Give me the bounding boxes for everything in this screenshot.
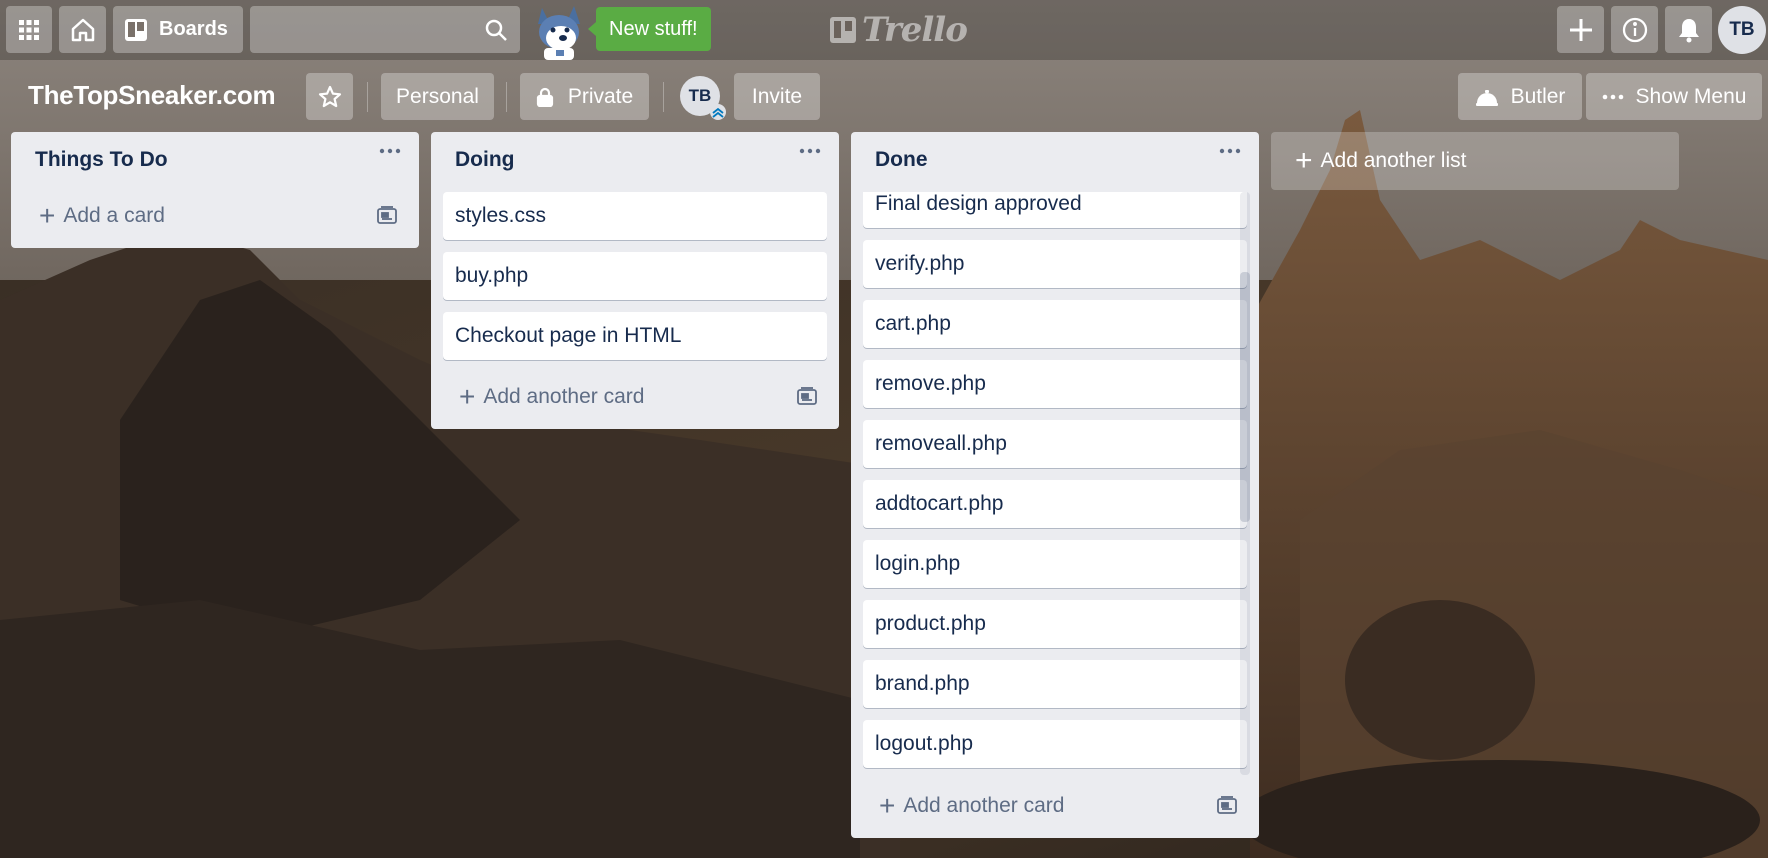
info-button[interactable]: [1611, 6, 1658, 53]
grid-icon: [19, 19, 39, 40]
list-scrollbar-thumb[interactable]: [1240, 272, 1250, 522]
butler-label: Butler: [1510, 84, 1566, 108]
card-template-icon[interactable]: [377, 206, 397, 224]
show-menu-button[interactable]: Show Menu: [1586, 73, 1762, 120]
top-header: Boards New stuff! Trello TB: [0, 0, 1768, 60]
invite-button[interactable]: Invite: [734, 73, 820, 120]
boards-button[interactable]: Boards: [113, 6, 243, 53]
admin-chevron-icon: [710, 104, 726, 120]
info-icon: [1622, 17, 1647, 42]
add-another-card-button[interactable]: + Add another card: [459, 381, 645, 412]
card[interactable]: remove.php: [863, 360, 1247, 408]
star-board-button[interactable]: [306, 73, 353, 120]
card[interactable]: removeall.php: [863, 420, 1247, 468]
more-dots-icon: [1602, 94, 1623, 99]
list-done: Done Final design approved verify.php ca…: [851, 132, 1259, 838]
plus-icon: +: [879, 790, 896, 821]
card[interactable]: styles.css: [443, 192, 827, 240]
add-list-label: Add another list: [1320, 149, 1467, 172]
card[interactable]: brand.php: [863, 660, 1247, 708]
add-card-label: Add a card: [63, 204, 165, 227]
card[interactable]: buy.php: [443, 252, 827, 300]
member-initials: TB: [688, 86, 712, 105]
home-button[interactable]: [59, 6, 106, 53]
divider: [367, 82, 368, 112]
list-things-to-do: Things To Do + Add a card: [11, 132, 419, 248]
boards-icon: [125, 18, 147, 41]
new-stuff-label: New stuff!: [609, 17, 698, 40]
add-card-label: Add another card: [903, 794, 1065, 817]
list-title[interactable]: Things To Do: [35, 148, 168, 172]
new-stuff-button[interactable]: New stuff!: [588, 7, 711, 51]
personal-label: Personal: [396, 84, 479, 108]
card-template-icon[interactable]: [1217, 796, 1237, 814]
user-initials: TB: [1729, 19, 1755, 40]
trello-logo-text: Trello: [862, 10, 968, 50]
create-button[interactable]: [1557, 6, 1604, 53]
private-label: Private: [567, 84, 634, 108]
add-card-label: Add another card: [483, 385, 645, 408]
card[interactable]: logout.php: [863, 720, 1247, 768]
plus-icon: +: [39, 200, 56, 231]
trello-logo[interactable]: Trello: [830, 10, 968, 50]
butler-bell-icon: [1475, 89, 1498, 106]
card[interactable]: Final design approved: [863, 192, 1247, 228]
list-title[interactable]: Done: [875, 148, 928, 172]
list-menu-icon[interactable]: [379, 148, 401, 154]
lock-icon: [536, 87, 553, 107]
card[interactable]: login.php: [863, 540, 1247, 588]
add-another-list-button[interactable]: + Add another list: [1271, 132, 1679, 190]
privacy-button[interactable]: Private: [520, 73, 649, 120]
list-doing: Doing styles.css buy.php Checkout page i…: [431, 132, 839, 429]
card[interactable]: addtocart.php: [863, 480, 1247, 528]
list-menu-icon[interactable]: [799, 148, 821, 154]
team-visibility-button[interactable]: Personal: [381, 73, 494, 120]
invite-label: Invite: [751, 84, 803, 108]
bell-icon: [1678, 18, 1699, 42]
card-template-icon[interactable]: [797, 387, 817, 405]
star-icon: [318, 85, 341, 107]
apps-grid-button[interactable]: [6, 6, 52, 53]
plus-icon: +: [459, 381, 476, 412]
divider: [506, 82, 507, 112]
user-avatar[interactable]: TB: [1718, 6, 1766, 54]
list-title[interactable]: Doing: [455, 148, 514, 172]
show-menu-label: Show Menu: [1635, 84, 1747, 108]
boards-label: Boards: [159, 18, 228, 40]
taco-mascot-icon[interactable]: [530, 2, 590, 60]
notifications-button[interactable]: [1665, 6, 1712, 53]
add-another-card-button[interactable]: + Add another card: [879, 790, 1065, 821]
list-cards-scroll-area[interactable]: Final design approved verify.php cart.ph…: [851, 192, 1259, 772]
card[interactable]: product.php: [863, 600, 1247, 648]
trello-logo-icon: [830, 17, 856, 43]
search-icon: [485, 19, 507, 41]
card[interactable]: verify.php: [863, 240, 1247, 288]
board-title[interactable]: TheTopSneaker.com: [28, 80, 276, 111]
plus-icon: [1569, 18, 1592, 41]
plus-icon: +: [1295, 144, 1313, 177]
list-menu-icon[interactable]: [1219, 148, 1241, 154]
home-icon: [71, 18, 94, 41]
search-input[interactable]: [250, 6, 520, 53]
card[interactable]: cart.php: [863, 300, 1247, 348]
butler-button[interactable]: Butler: [1458, 73, 1582, 120]
add-card-button[interactable]: + Add a card: [39, 200, 165, 231]
card[interactable]: Checkout page in HTML: [443, 312, 827, 360]
divider: [663, 82, 664, 112]
board-member-avatar[interactable]: TB: [680, 76, 726, 120]
